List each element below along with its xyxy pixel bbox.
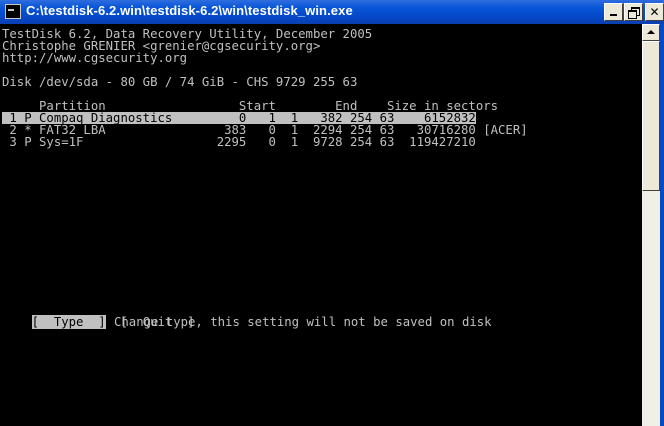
window-border bbox=[660, 24, 664, 426]
title-bar[interactable]: C:\testdisk-6.2.win\testdisk-6.2\win\tes… bbox=[0, 0, 664, 24]
disk-info: Disk /dev/sda - 80 GB / 74 GiB - CHS 972… bbox=[2, 75, 358, 89]
close-button[interactable]: ✕ bbox=[645, 3, 664, 21]
website-line: http://www.cgsecurity.org bbox=[2, 51, 188, 65]
restore-button[interactable] bbox=[624, 3, 643, 21]
partition-row[interactable]: 3 P Sys=1F 2295 0 1 9728 254 63 11942721… bbox=[2, 136, 475, 148]
scroll-up-arrow-icon[interactable] bbox=[642, 24, 660, 41]
window-title: C:\testdisk-6.2.win\testdisk-6.2\win\tes… bbox=[26, 3, 353, 18]
menu-hint: Change type, this setting will not be sa… bbox=[114, 315, 492, 329]
console-app-icon bbox=[5, 4, 21, 19]
vertical-scrollbar[interactable] bbox=[642, 24, 660, 426]
scrollbar-thumb[interactable] bbox=[642, 41, 660, 191]
console-area: TestDisk 6.2, Data Recovery Utility, Dec… bbox=[0, 24, 642, 426]
minimize-button[interactable] bbox=[604, 3, 623, 21]
type-menu-option[interactable]: [ Type ] bbox=[31, 315, 106, 329]
